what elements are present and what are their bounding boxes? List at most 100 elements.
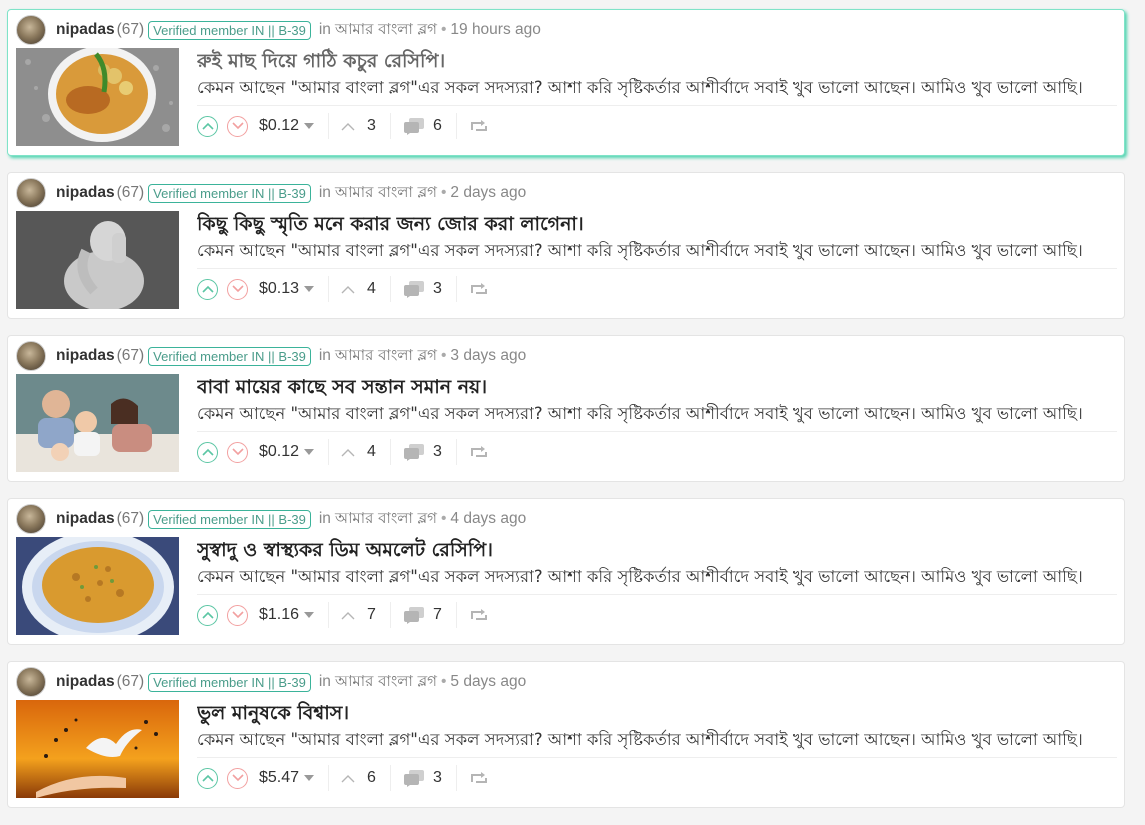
action-separator <box>328 439 330 465</box>
payout-dropdown[interactable]: $5.47 <box>259 769 315 787</box>
votes-count: 4 <box>367 280 376 297</box>
reblog-button[interactable] <box>469 118 489 134</box>
comments-button[interactable]: 3 <box>403 769 442 787</box>
votes-count: 6 <box>367 769 376 786</box>
post-excerpt[interactable]: কেমন আছেন "আমার বাংলা ব্লগ"এর সকল সদস্যর… <box>197 564 1117 591</box>
upvote-button[interactable] <box>197 441 218 463</box>
chevron-down-icon <box>231 285 244 293</box>
votes-count-button[interactable]: 6 <box>341 769 376 787</box>
comments-button[interactable]: 3 <box>403 280 442 298</box>
community-link[interactable]: আমার বাংলা ব্লগ <box>335 670 437 695</box>
avatar[interactable] <box>16 15 46 45</box>
payout-dropdown[interactable]: $0.12 <box>259 443 315 461</box>
comments-count: 7 <box>432 606 442 623</box>
reblog-button[interactable] <box>469 607 489 623</box>
votes-count-button[interactable]: 4 <box>341 443 376 461</box>
author-name[interactable]: nipadas <box>56 673 115 691</box>
avatar[interactable] <box>16 178 46 208</box>
comments-button[interactable]: 3 <box>403 443 442 461</box>
post-age[interactable]: 2 days ago <box>450 184 526 202</box>
payout-dropdown[interactable]: $0.13 <box>259 280 315 298</box>
post-excerpt[interactable]: কেমন আছেন "আমার বাংলা ব্লগ"এর সকল সদস্যর… <box>197 401 1117 428</box>
post-card[interactable]: nipadas (67) Verified member IN || B-39 … <box>7 498 1125 645</box>
dove-sunset-image <box>16 700 179 798</box>
post-age[interactable]: 5 days ago <box>450 673 526 691</box>
author-reputation: (67) <box>116 673 145 690</box>
action-separator <box>455 113 457 139</box>
comments-icon <box>403 770 424 787</box>
post-age[interactable]: 19 hours ago <box>450 21 541 39</box>
votes-count-button[interactable]: 3 <box>341 117 376 135</box>
chevron-up-icon <box>201 448 214 456</box>
post-age[interactable]: 4 days ago <box>450 510 526 528</box>
reblog-button[interactable] <box>469 281 489 297</box>
post-age[interactable]: 3 days ago <box>450 347 526 365</box>
post-card[interactable]: nipadas (67) Verified member IN || B-39 … <box>7 172 1125 319</box>
downvote-button[interactable] <box>227 604 248 626</box>
comments-count: 3 <box>432 769 442 786</box>
post-thumbnail[interactable] <box>16 537 179 635</box>
community-link[interactable]: আমার বাংলা ব্লগ <box>335 181 437 206</box>
post-thumbnail[interactable] <box>16 48 179 146</box>
community-link[interactable]: আমার বাংলা ব্লগ <box>335 507 437 532</box>
statue-image <box>16 211 179 309</box>
author-name[interactable]: nipadas <box>56 21 115 39</box>
meta-separator: • <box>440 184 447 201</box>
post-card[interactable]: nipadas (67) Verified member IN || B-39 … <box>7 661 1125 808</box>
votes-count-button[interactable]: 7 <box>341 606 376 624</box>
payout-dropdown[interactable]: $1.16 <box>259 606 315 624</box>
payout-dropdown[interactable]: $0.12 <box>259 117 315 135</box>
upvote-button[interactable] <box>197 604 218 626</box>
payout-value: $0.13 <box>259 280 300 297</box>
author-name[interactable]: nipadas <box>56 347 115 365</box>
author-name[interactable]: nipadas <box>56 510 115 528</box>
avatar[interactable] <box>16 667 46 697</box>
post-actions: $0.13 4 3 <box>197 274 489 304</box>
chevron-up-icon <box>201 122 214 130</box>
avatar[interactable] <box>16 504 46 534</box>
verified-badge: Verified member IN || B-39 <box>148 346 311 366</box>
comments-button[interactable]: 7 <box>403 606 442 624</box>
author-reputation: (67) <box>116 184 145 201</box>
action-separator <box>328 602 330 628</box>
comments-button[interactable]: 6 <box>403 117 442 135</box>
comments-count: 3 <box>432 443 442 460</box>
post-thumbnail[interactable] <box>16 211 179 309</box>
post-thumbnail[interactable] <box>16 700 179 798</box>
post-thumbnail[interactable] <box>16 374 179 472</box>
post-excerpt[interactable]: কেমন আছেন "আমার বাংলা ব্লগ"এর সকল সদস্যর… <box>197 727 1117 754</box>
post-card[interactable]: nipadas (67) Verified member IN || B-39 … <box>7 335 1125 482</box>
avatar[interactable] <box>16 341 46 371</box>
card-divider <box>197 757 1117 758</box>
post-excerpt[interactable]: কেমন আছেন "আমার বাংলা ব্লগ"এর সকল সদস্যর… <box>197 238 1117 265</box>
author-name[interactable]: nipadas <box>56 184 115 202</box>
upvote-button[interactable] <box>197 767 218 789</box>
community-link[interactable]: আমার বাংলা ব্লগ <box>335 344 437 369</box>
community-link[interactable]: আমার বাংলা ব্লগ <box>335 18 437 43</box>
upvote-button[interactable] <box>197 115 218 137</box>
downvote-button[interactable] <box>227 115 248 137</box>
post-meta: nipadas (67) Verified member IN || B-39 … <box>16 667 526 697</box>
downvote-button[interactable] <box>227 278 248 300</box>
upvote-button[interactable] <box>197 278 218 300</box>
post-actions: $1.16 7 7 <box>197 600 489 630</box>
comments-icon <box>403 444 424 461</box>
action-separator <box>455 602 457 628</box>
post-feed: nipadas (67) Verified member IN || B-39 … <box>0 0 1145 825</box>
reblog-icon <box>470 283 487 294</box>
verified-badge: Verified member IN || B-39 <box>148 509 311 529</box>
downvote-button[interactable] <box>227 767 248 789</box>
payout-value: $0.12 <box>259 443 300 460</box>
omelette-image <box>16 537 179 635</box>
votes-count-button[interactable]: 4 <box>341 280 376 298</box>
fish-curry-image <box>16 48 179 146</box>
comments-count: 3 <box>432 280 442 297</box>
meta-separator: • <box>440 347 447 364</box>
post-excerpt[interactable]: কেমন আছেন "আমার বাংলা ব্লগ"এর সকল সদস্যর… <box>197 75 1117 102</box>
downvote-button[interactable] <box>227 441 248 463</box>
reblog-button[interactable] <box>469 770 489 786</box>
reblog-button[interactable] <box>469 444 489 460</box>
post-card[interactable]: nipadas (67) Verified member IN || B-39 … <box>7 9 1125 156</box>
in-label: in <box>318 510 331 527</box>
action-separator <box>389 439 391 465</box>
